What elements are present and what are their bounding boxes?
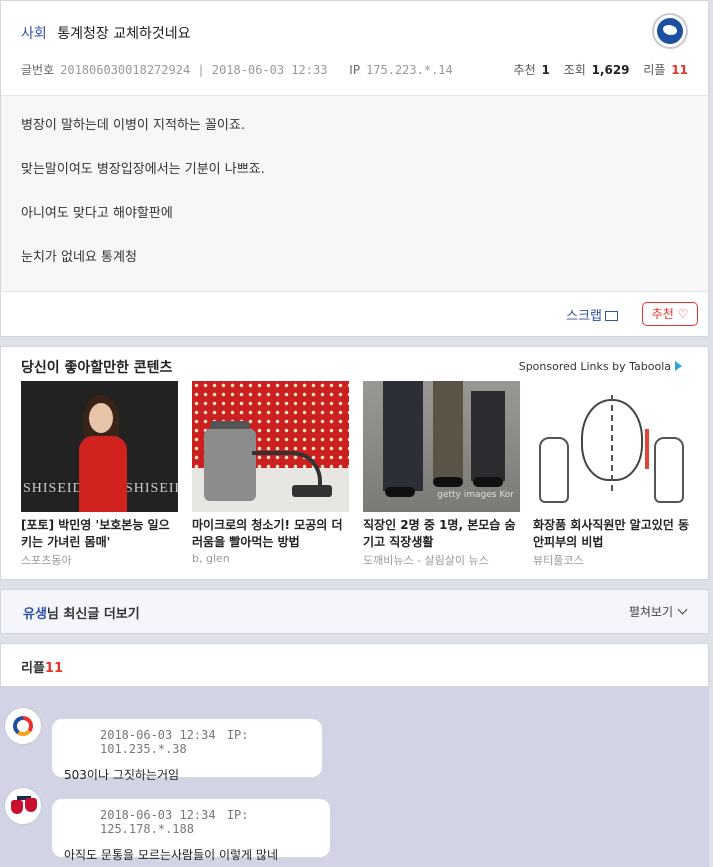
team-logo-icon[interactable] [652,13,688,49]
card-source: 뷰티풀코스 [533,554,584,567]
card-thumbnail[interactable] [192,381,349,512]
reply-bubble: 2018-06-03 12:34 IP: 101.235.*.38 503이나 … [52,719,322,782]
card-thumbnail[interactable]: getty images Kor [363,381,520,512]
recommended-panel: 당신이 좋아할만한 콘텐츠 Sponsored Links by Taboola… [0,346,709,580]
replies-header: 리플11 [0,643,709,687]
author-nickname: 유생 [23,607,47,622]
sponsored-label: Sponsored Links by Taboola [518,360,671,373]
views-count: 1,629 [591,63,630,77]
replies-label: 리플 [21,661,45,676]
scrap-label: 스크랩 [566,309,602,324]
reply-bubble: 2018-06-03 12:34 IP: 125.178.*.188 아직도 문… [52,799,330,862]
post-meta: 글번호 201806030018272924 | 2018-06-03 12:33… [21,61,688,78]
post-datetime: 2018-06-03 12:33 [211,63,328,77]
recommend-button[interactable]: 추천 ♡ [642,302,698,326]
taboola-icon [675,361,682,371]
more-posts-label: 님 최신글 더보기 [46,607,140,622]
sponsored-links[interactable]: Sponsored Links by Taboola [519,360,682,373]
post-category[interactable]: 사회 [21,26,47,42]
replies-count: 11 [44,661,64,676]
card-source: b, glen [192,552,230,565]
card-thumbnail[interactable] [533,381,690,512]
more-posts-bar[interactable]: 유생님 최신글 더보기 펼쳐보기 [0,589,709,634]
content-card[interactable]: 마이크로의 청소기! 모공의 더러움을 빨아먹는 방법 b, glen [192,381,349,565]
avatar[interactable] [4,707,42,745]
card-source: 도깨비뉴스 - 살림살이 뉴스 [363,554,489,567]
reply-label: 리플 [643,63,666,77]
views-label: 조회 [563,63,586,77]
card-thumbnail[interactable]: SHISEIDO SHISEIDO [21,381,178,512]
post-title: 통계청장 교체하것네요 [57,26,191,42]
post-footer: 스크랩 추천 ♡ [1,291,708,337]
post-ip-label: IP [349,63,361,77]
avatar[interactable] [4,787,42,825]
replies-title: 리플11 [21,657,63,676]
card-title[interactable]: 화장품 회사직원만 알고있던 동안피부의 비법 [533,517,690,551]
post-title-row: 사회 통계청장 교체하것네요 [21,23,190,43]
post-ip: 175.223.*.14 [366,63,453,77]
brand-text: SHISEIDO [125,481,178,496]
reply-datetime: 2018-06-03 12:34 [100,808,216,822]
scrap-button[interactable]: 스크랩 [566,305,618,324]
post-body-line: 병장이 말하는데 이병이 지적하는 꼴이죠. [21,118,245,133]
recommend-count: 1 [541,63,550,77]
card-title[interactable]: [포토] 박민영 '보호본능 일으키는 가녀린 몸매' [21,517,178,551]
content-card[interactable]: SHISEIDO SHISEIDO [포토] 박민영 '보호본능 일으키는 가녀… [21,381,178,568]
post-number-label: 글번호 [21,63,55,77]
image-watermark: getty images Kor [437,490,514,500]
post-header: 사회 통계청장 교체하것네요 글번호 201806030018272924 | 2… [1,1,708,96]
expand-button[interactable]: 펼쳐보기 [628,603,688,620]
post-body: 병장이 말하는데 이병이 지적하는 꼴이죠. 맞는말이여도 병장입장에서는 기분… [1,96,708,291]
card-title[interactable]: 직장인 2명 중 1명, 본모습 숨기고 직장생활 [363,517,520,551]
content-card[interactable]: 화장품 회사직원만 알고있던 동안피부의 비법 뷰티풀코스 [533,381,690,568]
reply-text: 503이나 그짓하는거임 [64,768,180,782]
expand-label: 펼쳐보기 [628,605,673,619]
chevron-down-icon [677,604,688,615]
scrap-icon [605,311,618,321]
reply-count: 11 [671,63,688,77]
content-card[interactable]: getty images Kor 직장인 2명 중 1명, 본모습 숨기고 직장… [363,381,520,568]
recommended-title: 당신이 좋아할만한 콘텐츠 [21,360,173,376]
replies-list: 2018-06-03 12:34 IP: 101.235.*.38 503이나 … [0,687,709,867]
post-body-line: 눈치가 없네요 통계청 [21,250,137,265]
post-number: 201806030018272924 [60,63,191,77]
post-stats: 추천 1 조회 1,629 리플 11 [514,61,688,78]
recommend-label: 추천 [513,63,536,77]
card-source: 스포츠동아 [21,554,72,567]
post-body-line: 맞는말이여도 병장입장에서는 기분이 나쁘죠. [21,162,265,177]
card-title[interactable]: 마이크로의 청소기! 모공의 더러움을 빨아먹는 방법 [192,517,349,551]
post-panel: 사회 통계청장 교체하것네요 글번호 201806030018272924 | 2… [0,0,709,337]
reply-meta: 2018-06-03 12:34 IP: 101.235.*.38 [64,728,308,756]
more-posts-link[interactable]: 유생님 최신글 더보기 [23,603,140,622]
reply-datetime: 2018-06-03 12:34 [100,728,216,742]
reply-text: 아직도 문통을 모르는사람들이 이렇게 많네 [64,848,278,862]
reply-meta: 2018-06-03 12:34 IP: 125.178.*.188 [64,808,316,836]
post-body-line: 아니여도 맞다고 해야할판에 [21,206,173,221]
